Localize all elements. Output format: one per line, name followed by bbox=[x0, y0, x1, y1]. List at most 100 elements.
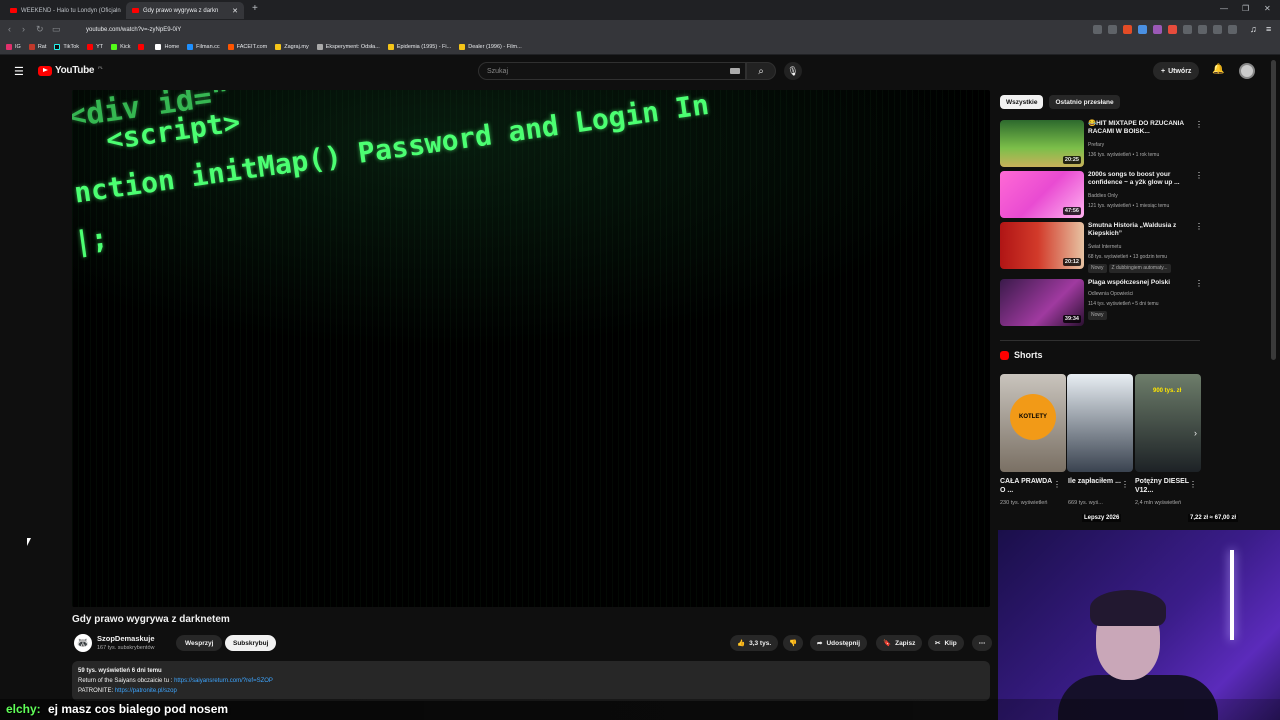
bookmark-item[interactable]: Eksperyment: Odsła... bbox=[316, 44, 380, 50]
video-code-line: |; bbox=[72, 221, 110, 259]
short-thumbnail[interactable] bbox=[1067, 374, 1133, 472]
like-button[interactable]: 👍 3,3 tys. bbox=[730, 635, 779, 651]
more-vertical-icon[interactable]: ⋮ bbox=[1195, 279, 1203, 288]
url-field[interactable]: youtube.com/watch?v=-zyNpE9-0iY bbox=[80, 23, 1090, 37]
more-vertical-icon[interactable]: ⋮ bbox=[1195, 171, 1203, 180]
bookmark-item[interactable]: TikTok bbox=[54, 44, 79, 50]
youtube-play-icon bbox=[38, 65, 52, 76]
short-views: 230 tys. wyświetleń bbox=[1000, 500, 1048, 506]
description-link[interactable]: https://saiyansreturn.com/?ref=SZOP bbox=[174, 678, 273, 684]
recommendation-title: Smutna Historia „Waldusia z Kiepskich” bbox=[1088, 222, 1177, 237]
close-tab-icon[interactable]: ✕ bbox=[232, 7, 238, 15]
bookmark-item[interactable]: Rat bbox=[28, 44, 46, 50]
dislike-button[interactable]: 👎 bbox=[783, 635, 803, 651]
extension-icon[interactable] bbox=[1183, 25, 1192, 34]
bookmark-item[interactable]: Epidemia (1995) - Fi... bbox=[387, 44, 451, 50]
chip-recently-uploaded[interactable]: Ostatnio przesłane bbox=[1049, 95, 1120, 109]
extension-icon[interactable] bbox=[1153, 25, 1162, 34]
bookmark-item[interactable]: IG bbox=[6, 44, 21, 50]
share-arrow-icon: ➦ bbox=[817, 640, 823, 647]
hamburger-menu-icon[interactable]: ☰ bbox=[14, 65, 24, 78]
forward-icon[interactable]: › bbox=[22, 24, 25, 34]
bookmark-item[interactable]: Zagraj.my bbox=[275, 44, 309, 50]
video-player[interactable]: <div id=" <script> nction initMap() Pass… bbox=[72, 90, 990, 607]
bookmark-icon: 🔖 bbox=[883, 640, 892, 647]
video-thumbnail[interactable]: 47:56 bbox=[1000, 171, 1084, 218]
new-badge: Nowy bbox=[1088, 311, 1107, 320]
puzzle-icon[interactable] bbox=[1213, 25, 1222, 34]
chevron-right-icon[interactable]: › bbox=[1194, 428, 1197, 438]
duration-badge: 20:12 bbox=[1062, 258, 1081, 266]
keyboard-icon[interactable] bbox=[730, 68, 740, 74]
browser-menu-icon[interactable]: ≡ bbox=[1266, 24, 1271, 34]
chip-all[interactable]: Wszystkie bbox=[1000, 95, 1044, 109]
restore-icon[interactable]: ❐ bbox=[1242, 4, 1249, 13]
duration-badge: 20:25 bbox=[1062, 156, 1081, 164]
download-icon[interactable] bbox=[1198, 25, 1207, 34]
save-button[interactable]: 🔖 Zapisz bbox=[876, 635, 923, 651]
recommendation-item[interactable]: 39:34 Plaga współczesnej Polski Odlewnia… bbox=[1000, 279, 1203, 327]
views-and-age: 59 tys. wyświetleń 6 dni temu bbox=[78, 668, 162, 674]
bookmark-page-icon[interactable]: ▭ bbox=[52, 24, 61, 35]
page-scrollbar[interactable] bbox=[1271, 60, 1276, 360]
voice-search-button[interactable]: 🎙 bbox=[784, 62, 802, 80]
cast-icon[interactable] bbox=[1093, 25, 1102, 34]
support-button[interactable]: Wesprzyj bbox=[176, 635, 223, 651]
brave-shield-icon[interactable] bbox=[1123, 25, 1132, 34]
reload-icon[interactable]: ↻ bbox=[36, 24, 44, 35]
notifications-bell-icon[interactable]: 🔔 bbox=[1212, 64, 1224, 75]
subscribe-button[interactable]: Subskrybuj bbox=[225, 635, 277, 651]
more-actions-button[interactable]: ⋯ bbox=[972, 635, 992, 651]
short-thumbnail[interactable]: 900 tys. zł bbox=[1135, 374, 1201, 472]
share-button[interactable]: ➦ Udostępnij bbox=[810, 635, 868, 651]
bookmark-item[interactable] bbox=[138, 44, 147, 50]
channel-avatar[interactable]: 🦝 bbox=[74, 634, 92, 652]
search-input[interactable]: Szukaj bbox=[478, 62, 746, 80]
share-icon[interactable] bbox=[1108, 25, 1117, 34]
channel-name[interactable]: SzopDemaskuje bbox=[97, 634, 155, 643]
video-thumbnail[interactable]: 20:12 bbox=[1000, 222, 1084, 269]
recommendation-item[interactable]: 47:56 2000s songs to boost your confiden… bbox=[1000, 171, 1203, 219]
link-icon[interactable] bbox=[1228, 25, 1237, 34]
playlist-icon[interactable]: ♫ bbox=[1250, 24, 1257, 34]
avatar[interactable] bbox=[1239, 63, 1255, 79]
more-vertical-icon[interactable]: ⋮ bbox=[1053, 480, 1061, 489]
bookmark-item[interactable]: Dealer (1996) - Film... bbox=[459, 44, 522, 50]
clip-button[interactable]: ✂ Klip bbox=[928, 635, 964, 651]
bookmark-item[interactable]: Kick bbox=[111, 44, 130, 50]
video-thumbnail[interactable]: 20:25 bbox=[1000, 120, 1084, 167]
bookmark-item[interactable]: YT bbox=[87, 44, 103, 50]
back-icon[interactable]: ‹ bbox=[8, 24, 11, 34]
recommendation-item[interactable]: 20:25 😂HIT MIXTAPE DO RZUCANIA RACAMI W … bbox=[1000, 120, 1203, 168]
youtube-favicon-icon bbox=[10, 8, 17, 13]
extension-icon[interactable] bbox=[1168, 25, 1177, 34]
more-vertical-icon[interactable]: ⋮ bbox=[1121, 480, 1129, 489]
create-button[interactable]: + Utwórz bbox=[1153, 62, 1200, 80]
recommendation-item[interactable]: 20:12 Smutna Historia „Waldusia z Kiepsk… bbox=[1000, 222, 1203, 273]
close-window-icon[interactable]: ✕ bbox=[1264, 4, 1271, 13]
youtube-logo[interactable]: YouTube PL bbox=[38, 65, 103, 76]
more-vertical-icon[interactable]: ⋮ bbox=[1189, 480, 1197, 489]
shorts-icon bbox=[1000, 350, 1009, 360]
new-tab-icon[interactable]: + bbox=[252, 3, 258, 14]
search-button[interactable]: ⌕ bbox=[746, 62, 776, 80]
recommendation-meta: 121 tys. wyświetleń • 1 miesiąc temu bbox=[1088, 203, 1170, 209]
more-vertical-icon[interactable]: ⋮ bbox=[1195, 222, 1203, 231]
description-link[interactable]: https://patronite.pl/szop bbox=[115, 688, 177, 694]
short-thumbnail[interactable]: KOTLETY bbox=[1000, 374, 1066, 472]
browser-tab-1[interactable]: WEEKEND - Halo tu Londyn (Oficjaln bbox=[4, 2, 122, 19]
more-vertical-icon[interactable]: ⋮ bbox=[1195, 120, 1203, 129]
extension-icon[interactable] bbox=[1138, 25, 1147, 34]
bookmark-item[interactable]: Home bbox=[155, 44, 179, 50]
thumbs-up-icon: 👍 bbox=[737, 640, 746, 647]
short-title: Potężny DIESEL V12... bbox=[1135, 478, 1189, 494]
bookmark-item[interactable]: FACEIT.com bbox=[227, 44, 267, 50]
bookmark-item[interactable]: Filman.cc bbox=[187, 44, 220, 50]
description-box[interactable]: 59 tys. wyświetleń 6 dni temu Return of … bbox=[72, 661, 990, 701]
browser-tab-2[interactable]: Gdy prawo wygrywa z darkn ✕ bbox=[126, 2, 244, 19]
recommendation-channel: Świat Internetu bbox=[1088, 244, 1122, 250]
video-thumbnail[interactable]: 39:34 bbox=[1000, 279, 1084, 326]
minimize-icon[interactable]: — bbox=[1220, 4, 1228, 13]
short-views: 2,4 mln wyświetleń bbox=[1135, 500, 1182, 506]
dubbing-badge: Z dubbingiem automaty... bbox=[1108, 264, 1171, 273]
